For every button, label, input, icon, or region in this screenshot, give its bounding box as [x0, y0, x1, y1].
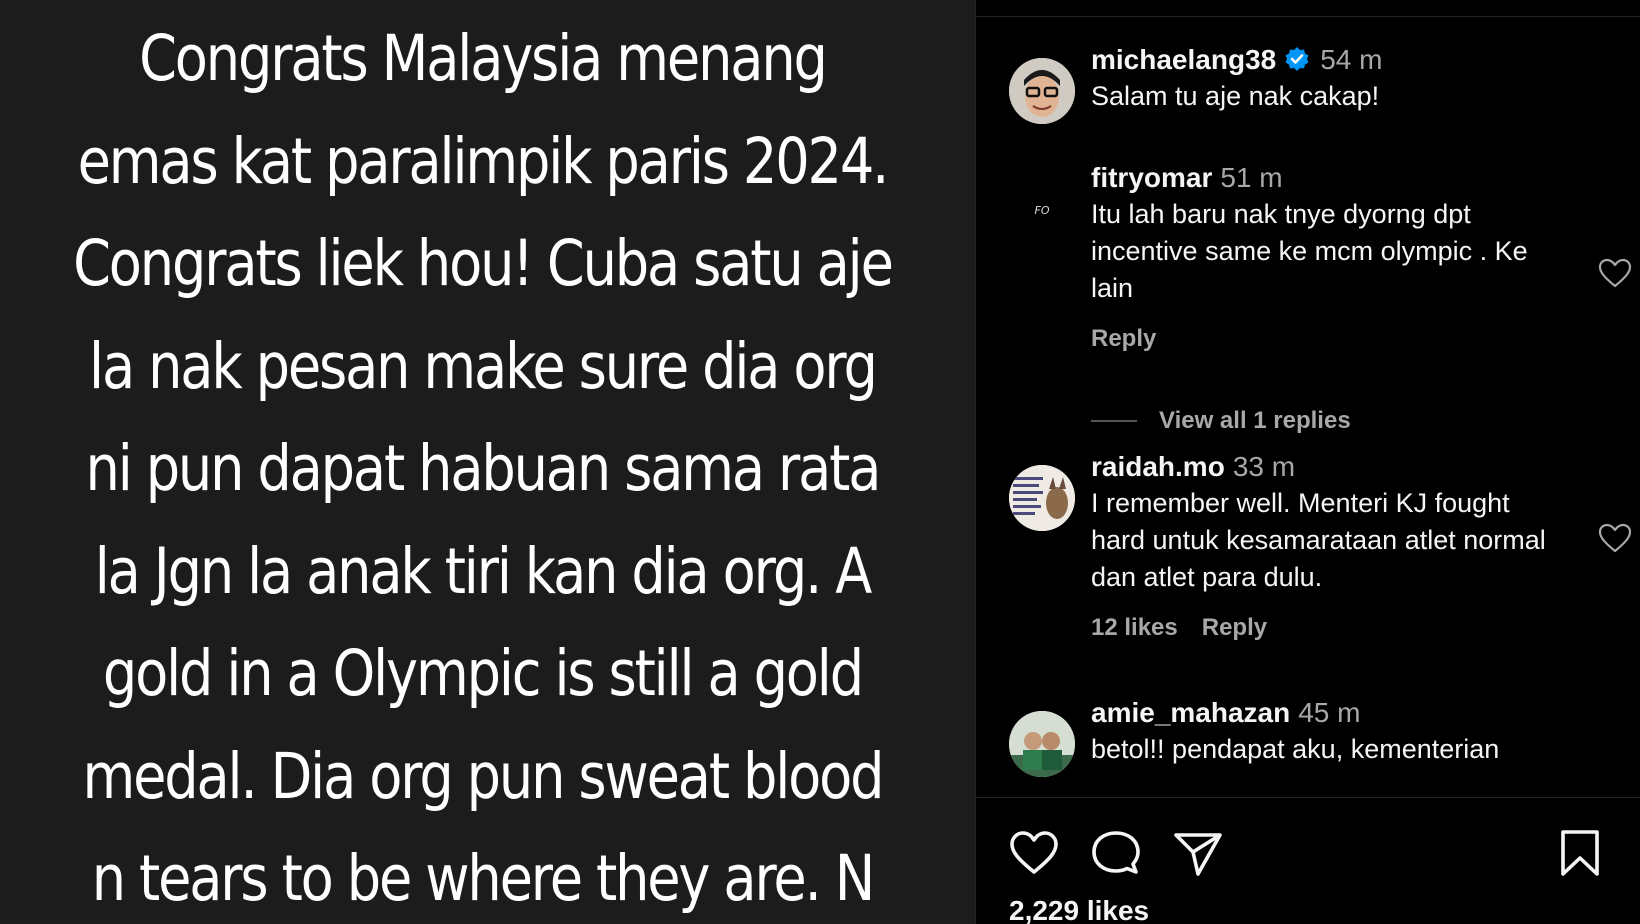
- avatar[interactable]: [1009, 465, 1075, 531]
- post-caption-image-text: Congrats Malaysia menang emas kat parali…: [73, 22, 894, 915]
- replies-line: [1091, 420, 1137, 422]
- comment-body: michaelang38 54 m Salam tu aje nak cakap!: [1091, 42, 1571, 115]
- comment-time: 51 m: [1220, 162, 1283, 193]
- comment-body: fitryomar 51 m Itu lah baru nak tnye dyor…: [1091, 160, 1571, 353]
- comment-time: 33 m: [1232, 451, 1296, 482]
- avatar[interactable]: [1009, 711, 1075, 777]
- post-likes-count[interactable]: 2,229 likes: [1009, 894, 1149, 924]
- comment-icon[interactable]: [1090, 828, 1142, 878]
- comment-like-heart-icon[interactable]: [1598, 523, 1632, 553]
- comment-text: I remember well. Menteri KJ fought hard …: [1091, 488, 1546, 592]
- svg-text:FO: FO: [1035, 204, 1050, 217]
- comment-username[interactable]: amie_mahazan: [1091, 697, 1290, 728]
- comment-username[interactable]: michaelang38: [1091, 44, 1276, 75]
- avatar[interactable]: FO: [1009, 176, 1075, 242]
- paper-plane-icon[interactable]: [1172, 828, 1224, 878]
- view-replies-toggle[interactable]: View all 1 replies: [1091, 401, 1351, 441]
- bookmark-icon[interactable]: [1554, 828, 1606, 878]
- post-actions-bar: 2,229 likes: [976, 798, 1640, 924]
- comment-like-heart-icon[interactable]: [1598, 258, 1632, 288]
- reply-button[interactable]: Reply: [1091, 325, 1156, 352]
- comments-panel: michaelang38 54 m Salam tu aje nak cakap!…: [976, 0, 1640, 924]
- post-media: Congrats Malaysia menang emas kat parali…: [0, 0, 975, 924]
- comment-time: 54 m: [1320, 44, 1383, 75]
- comment-likes-count[interactable]: 12 likes: [1091, 614, 1178, 641]
- comment-username[interactable]: raidah.mo: [1091, 451, 1225, 482]
- verified-badge-icon: [1284, 46, 1310, 72]
- comment-body: amie_mahazan 45 m betol!! pendapat aku, k…: [1091, 695, 1571, 768]
- comment-time: 45 m: [1298, 697, 1361, 728]
- comment-text: betol!! pendapat aku, kementerian: [1091, 734, 1500, 764]
- comment-body: raidah.mo 33 m I remember well. Menteri K…: [1091, 449, 1571, 642]
- view-replies-label[interactable]: View all 1 replies: [1159, 407, 1351, 435]
- instagram-post-view: Congrats Malaysia menang emas kat parali…: [0, 0, 1640, 924]
- comment-text: Itu lah baru nak tnye dyorng dpt incenti…: [1091, 199, 1528, 303]
- comment-text: Salam tu aje nak cakap!: [1091, 81, 1380, 111]
- comment-username[interactable]: fitryomar: [1091, 162, 1212, 193]
- heart-icon[interactable]: [1008, 828, 1060, 878]
- reply-button[interactable]: Reply: [1202, 614, 1267, 641]
- comments-list[interactable]: michaelang38 54 m Salam tu aje nak cakap!…: [976, 17, 1640, 797]
- avatar[interactable]: [1009, 58, 1075, 124]
